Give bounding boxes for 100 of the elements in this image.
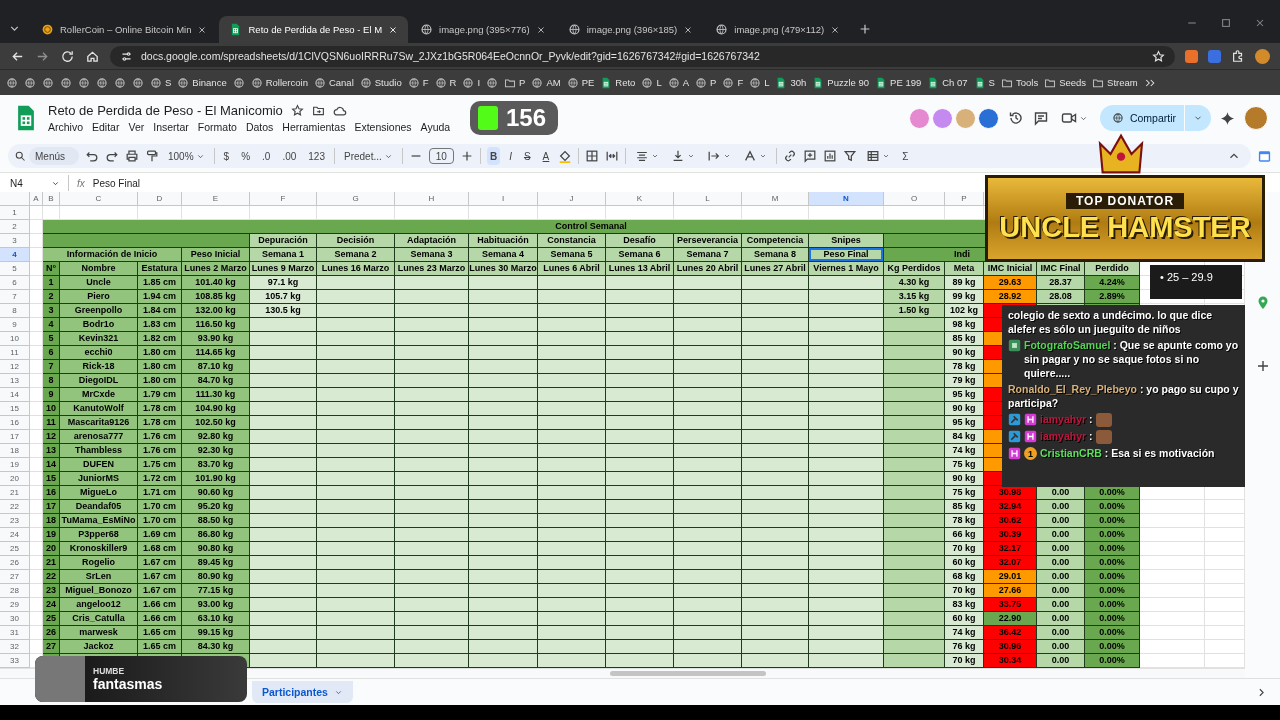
- row-header[interactable]: 23: [0, 514, 30, 528]
- bookmark[interactable]: S: [150, 76, 172, 89]
- bookmark[interactable]: [24, 76, 36, 89]
- bookmark[interactable]: PE: [566, 76, 595, 89]
- name-box[interactable]: N4: [10, 177, 60, 189]
- decrease-decimals-button[interactable]: .0: [259, 147, 274, 165]
- bookmark[interactable]: I: [462, 76, 481, 89]
- row-header[interactable]: 28: [0, 584, 30, 598]
- percent-button[interactable]: %: [238, 147, 254, 165]
- bookmark-folder[interactable]: Tools: [1000, 76, 1039, 89]
- row-header[interactable]: 24: [0, 528, 30, 542]
- comment-icon[interactable]: [1032, 110, 1049, 126]
- number-format-button[interactable]: 123: [305, 147, 328, 165]
- bookmark[interactable]: [42, 76, 54, 89]
- share-button[interactable]: Compartir: [1099, 105, 1211, 131]
- home-icon[interactable]: [85, 48, 100, 64]
- strikethrough-button[interactable]: S: [520, 147, 534, 165]
- scrollbar-thumb[interactable]: [610, 671, 766, 676]
- close-icon[interactable]: [683, 24, 694, 35]
- column-header[interactable]: P: [945, 192, 984, 206]
- browser-tab[interactable]: Reto de Perdida de Peso - El M: [219, 16, 409, 43]
- tune-icon[interactable]: [120, 49, 133, 63]
- column-header[interactable]: A: [30, 192, 43, 206]
- row-header[interactable]: 7: [0, 290, 30, 304]
- row-header[interactable]: 10: [0, 332, 30, 346]
- row-header[interactable]: 30: [0, 612, 30, 626]
- bookmark[interactable]: [6, 76, 18, 89]
- close-icon[interactable]: [830, 24, 841, 35]
- reload-icon[interactable]: [60, 48, 75, 64]
- bookmark-folder[interactable]: Stream: [1092, 76, 1138, 89]
- row-header[interactable]: 32: [0, 640, 30, 654]
- puzzle-icon[interactable]: [1231, 49, 1245, 63]
- bookmark[interactable]: F: [407, 76, 429, 89]
- row-header[interactable]: 6: [0, 276, 30, 290]
- bookmark[interactable]: Reto: [600, 76, 636, 89]
- document-title[interactable]: Reto de Perdida de Peso - El Manicomio: [48, 103, 283, 118]
- row-header[interactable]: 14: [0, 388, 30, 402]
- paint-format-icon[interactable]: [145, 149, 159, 163]
- browser-tab[interactable]: image.png (396×185): [557, 16, 704, 43]
- close-icon[interactable]: [197, 24, 208, 35]
- bookmark[interactable]: L: [749, 76, 770, 89]
- bookmark[interactable]: Studio: [359, 76, 402, 89]
- row-header[interactable]: 27: [0, 570, 30, 584]
- row-header[interactable]: 8: [0, 304, 30, 318]
- bookmark[interactable]: A: [667, 76, 690, 89]
- row-header[interactable]: 31: [0, 626, 30, 640]
- row-header[interactable]: 29: [0, 598, 30, 612]
- undo-icon[interactable]: [85, 149, 99, 163]
- menu-item[interactable]: Datos: [245, 121, 274, 133]
- collaborator-avatar[interactable]: [977, 107, 999, 129]
- bookmark[interactable]: [114, 76, 126, 89]
- bookmark[interactable]: [78, 76, 90, 89]
- bookmark[interactable]: Puzzle 90: [812, 76, 870, 89]
- row-header[interactable]: 15: [0, 402, 30, 416]
- column-header[interactable]: L: [674, 192, 742, 206]
- italic-button[interactable]: I: [506, 147, 515, 165]
- bookmark-folder[interactable]: Seeds: [1044, 76, 1087, 89]
- row-header[interactable]: 3: [0, 234, 30, 248]
- increase-decimals-button[interactable]: .00: [279, 147, 300, 165]
- column-header[interactable]: G: [317, 192, 395, 206]
- column-header[interactable]: N: [809, 192, 884, 206]
- column-header[interactable]: J: [538, 192, 606, 206]
- menu-item[interactable]: Ayuda: [420, 121, 451, 133]
- folder-icon[interactable]: [311, 104, 325, 117]
- bookmark[interactable]: [60, 76, 72, 89]
- column-header[interactable]: M: [742, 192, 809, 206]
- add-comment-icon[interactable]: [803, 149, 818, 163]
- bookmark[interactable]: PE 199: [875, 76, 922, 89]
- row-header[interactable]: 16: [0, 416, 30, 430]
- fill-color-icon[interactable]: [558, 149, 573, 163]
- row-header[interactable]: 26: [0, 556, 30, 570]
- formula-content[interactable]: Peso Final: [92, 177, 141, 189]
- account-avatar[interactable]: [1244, 106, 1268, 130]
- search-icon[interactable]: [14, 150, 26, 162]
- menu-item[interactable]: Herramientas: [282, 121, 346, 133]
- menu-item[interactable]: Extensiones: [354, 121, 412, 133]
- menu-item[interactable]: Archivo: [48, 121, 83, 133]
- font-size-field[interactable]: 10: [428, 148, 454, 164]
- row-header[interactable]: 4: [0, 248, 30, 262]
- redo-icon[interactable]: [105, 149, 119, 163]
- menu-item[interactable]: Editar: [92, 121, 120, 133]
- row-header[interactable]: 17: [0, 430, 30, 444]
- bold-button[interactable]: B: [486, 147, 501, 165]
- bookmark[interactable]: L: [641, 76, 662, 89]
- browser-tab[interactable]: image.png (479×112): [705, 16, 851, 43]
- bookmark[interactable]: R: [434, 76, 457, 89]
- close-icon[interactable]: [1254, 17, 1266, 29]
- row-header[interactable]: 21: [0, 486, 30, 500]
- borders-icon[interactable]: [585, 149, 600, 163]
- bookmark[interactable]: S: [973, 76, 995, 89]
- sparkle-icon[interactable]: [1220, 110, 1235, 126]
- bookmark[interactable]: P: [695, 76, 717, 89]
- column-header[interactable]: C: [60, 192, 138, 206]
- column-header[interactable]: H: [395, 192, 469, 206]
- functions-button[interactable]: Σ: [899, 147, 912, 165]
- address-bar[interactable]: docs.google.com/spreadsheets/d/1ClVQSN6uoIRRRu7Sw_2JXz1bG5R064EeOcnnOr_Pyvk/edit?gid=1626767342#gid=1626767342: [110, 45, 1175, 67]
- zoom-dropdown[interactable]: 100%: [165, 147, 208, 165]
- menu-item[interactable]: Formato: [197, 121, 237, 133]
- bookmark[interactable]: Binance: [177, 76, 227, 89]
- chart-icon[interactable]: [823, 149, 838, 163]
